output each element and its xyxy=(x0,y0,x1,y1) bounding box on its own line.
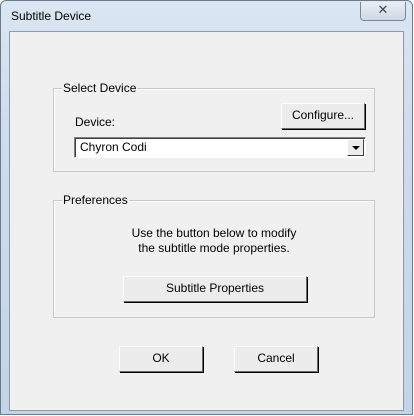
close-button[interactable]: ✕ xyxy=(360,2,406,21)
preferences-group-label: Preferences xyxy=(62,193,129,207)
preferences-description-line2: the subtitle mode properties. xyxy=(138,241,290,255)
cancel-button-label: Cancel xyxy=(257,351,295,365)
dialog-body: Select Device Device: Configure... Chyro… xyxy=(9,31,404,411)
device-select[interactable]: Chyron Codi xyxy=(74,137,366,158)
ok-button[interactable]: OK xyxy=(119,346,203,372)
chevron-down-icon[interactable] xyxy=(347,139,364,156)
select-device-group-label: Select Device xyxy=(62,81,138,95)
ok-button-label: OK xyxy=(152,351,170,365)
configure-button-label: Configure... xyxy=(291,108,355,122)
preferences-group: Preferences Use the button below to modi… xyxy=(53,193,375,318)
subtitle-properties-button[interactable]: Subtitle Properties xyxy=(123,276,307,302)
device-select-value: Chyron Codi xyxy=(80,140,147,154)
device-label: Device: xyxy=(75,115,116,129)
title-bar[interactable]: Subtitle Device ✕ xyxy=(1,1,412,31)
cancel-button[interactable]: Cancel xyxy=(234,346,318,372)
dialog-window: Subtitle Device ✕ Select Device Device: … xyxy=(0,0,413,415)
select-device-group: Select Device Device: Configure... Chyro… xyxy=(53,81,375,172)
window-title: Subtitle Device xyxy=(11,9,92,23)
preferences-description-line1: Use the button below to modify xyxy=(131,226,297,240)
close-icon: ✕ xyxy=(377,3,389,18)
configure-button[interactable]: Configure... xyxy=(281,103,365,129)
subtitle-properties-button-label: Subtitle Properties xyxy=(165,281,265,295)
